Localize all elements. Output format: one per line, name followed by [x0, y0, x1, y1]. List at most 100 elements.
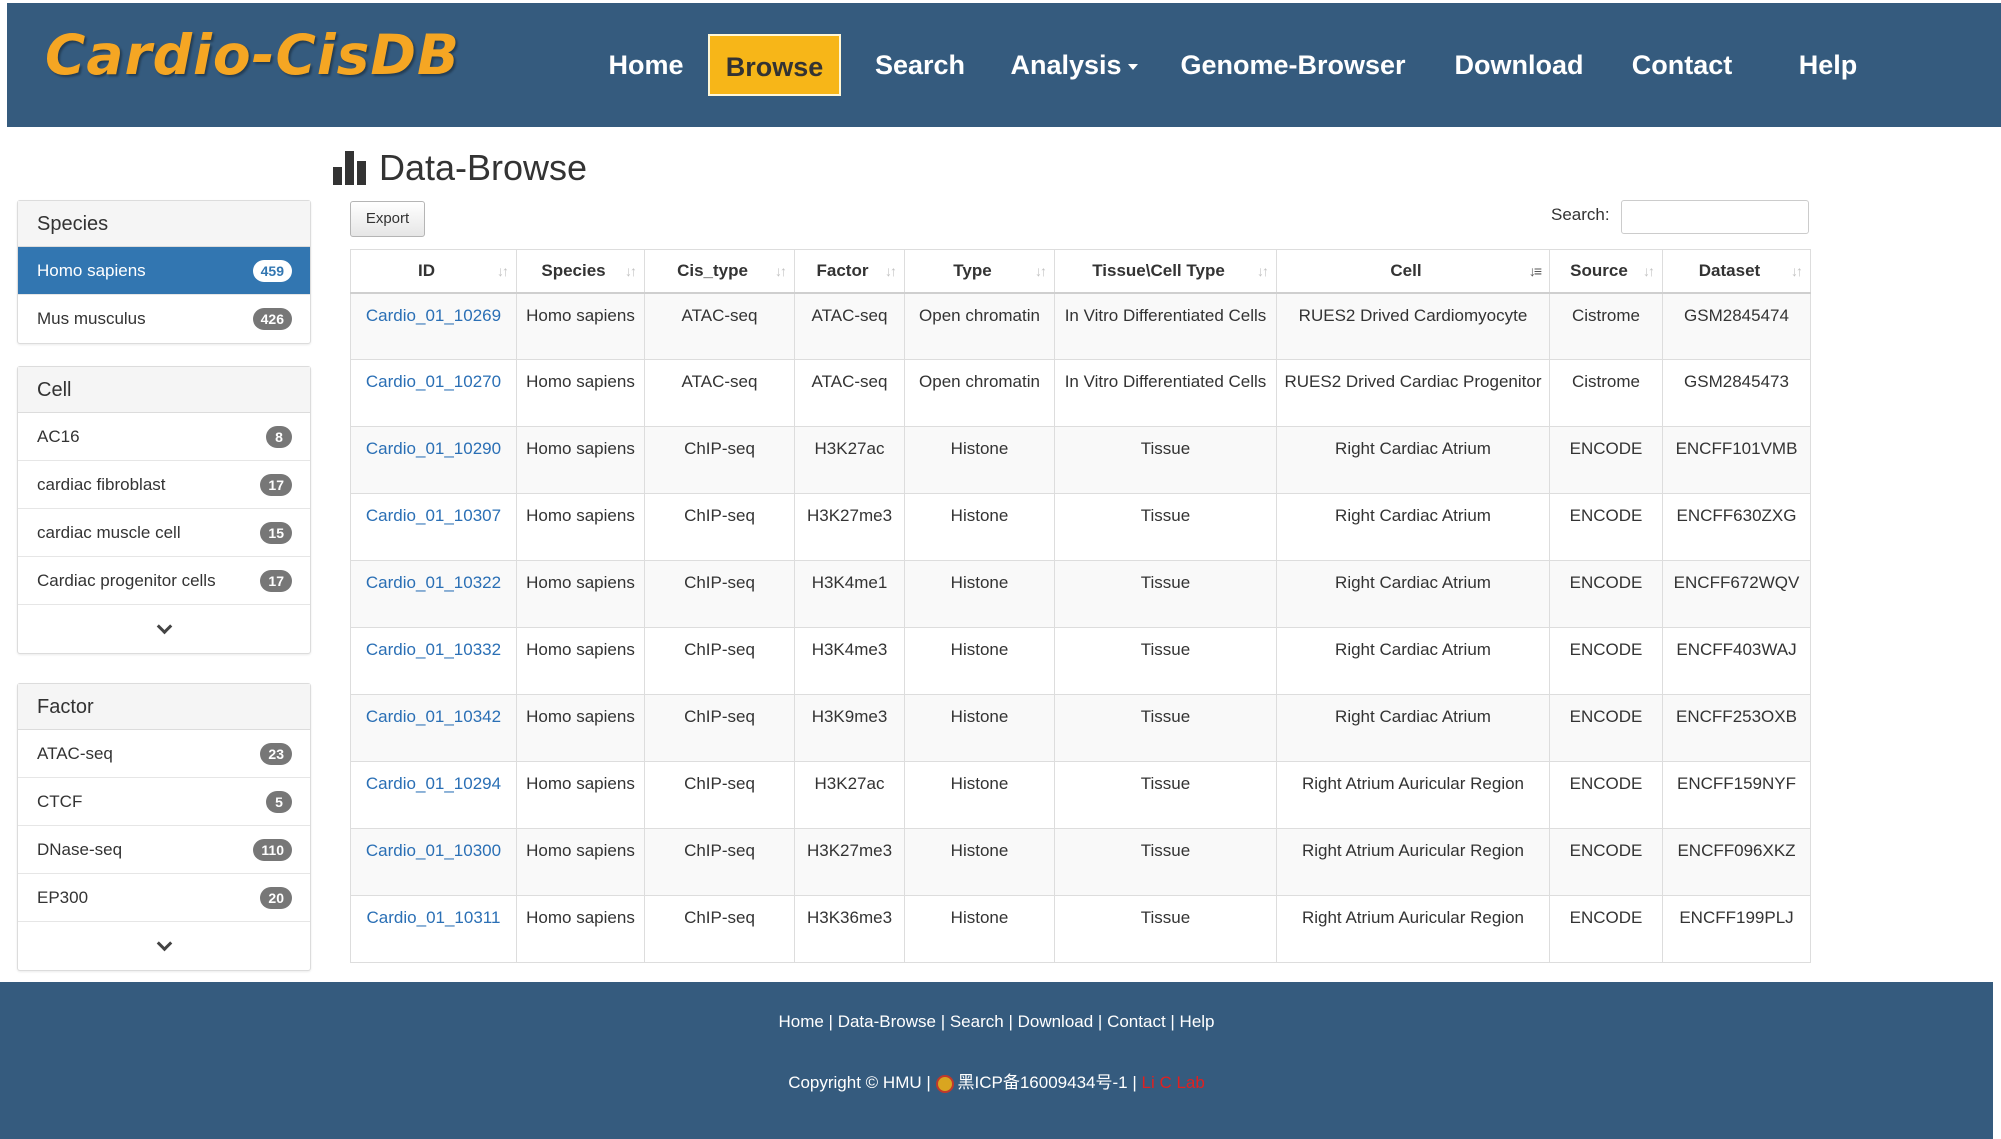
cell-dataset: ENCFF101VMB [1662, 426, 1811, 494]
lab-link[interactable]: Li C Lab [1141, 1073, 1204, 1092]
cell-dataset: ENCFF672WQV [1662, 560, 1811, 628]
cell-id[interactable]: Cardio_01_10307 [350, 493, 517, 561]
species-panel: Species Homo sapiens 459 Mus musculus 42… [17, 200, 311, 344]
cell-tissue-cell-type: Tissue [1054, 895, 1277, 963]
factor-panel: Factor ATAC-seq 23 CTCF 5 DNase-seq 110 … [17, 683, 311, 971]
count-badge: 8 [266, 426, 292, 448]
cell-panel-title: Cell [18, 367, 310, 413]
cell-source: ENCODE [1549, 694, 1663, 762]
sort-desc-icon: ↓≡ [1528, 263, 1542, 279]
footer-link-help[interactable]: Help [1180, 1012, 1215, 1031]
footer-link-download[interactable]: Download [1018, 1012, 1094, 1031]
column-header-cell[interactable]: Cell ↓≡ [1276, 249, 1550, 294]
sort-icon: ↓↑ [1035, 263, 1047, 279]
cell-factor: H3K27me3 [794, 828, 905, 896]
factor-more-button[interactable] [18, 922, 310, 970]
cell-dataset: ENCFF199PLJ [1662, 895, 1811, 963]
cell-cell: Right Atrium Auricular Region [1276, 828, 1550, 896]
column-header-type[interactable]: Type ↓↑ [904, 249, 1055, 294]
factor-item[interactable]: EP300 20 [18, 874, 310, 922]
cell-item[interactable]: cardiac fibroblast 17 [18, 461, 310, 509]
cell-cell: Right Cardiac Atrium [1276, 627, 1550, 695]
nav-analysis[interactable]: Analysis [1002, 34, 1146, 96]
export-button[interactable]: Export [350, 201, 425, 237]
cell-tissue-cell-type: Tissue [1054, 426, 1277, 494]
column-header-label: Factor [816, 260, 869, 280]
cell-factor: H3K4me1 [794, 560, 905, 628]
nav-download[interactable]: Download [1444, 34, 1594, 96]
cell-item[interactable]: AC16 8 [18, 413, 310, 461]
cell-cell: Right Atrium Auricular Region [1276, 895, 1550, 963]
cell-id[interactable]: Cardio_01_10300 [350, 828, 517, 896]
nav-browse[interactable]: Browse [708, 34, 841, 96]
column-header-source[interactable]: Source ↓↑ [1549, 249, 1663, 294]
cell-tissue-cell-type: Tissue [1054, 761, 1277, 829]
cell-species: Homo sapiens [516, 359, 645, 427]
cell-id[interactable]: Cardio_01_10290 [350, 426, 517, 494]
cell-dataset: ENCFF630ZXG [1662, 493, 1811, 561]
count-badge: 15 [260, 522, 292, 544]
table-row: Cardio_01_10307 Homo sapiens ChIP-seq H3K27… [350, 493, 1811, 561]
cell-id[interactable]: Cardio_01_10322 [350, 560, 517, 628]
search-input[interactable] [1621, 200, 1809, 234]
cell-cell: Right Cardiac Atrium [1276, 560, 1550, 628]
cell-source: ENCODE [1549, 493, 1663, 561]
nav-search[interactable]: Search [860, 34, 980, 96]
sort-icon: ↓↑ [625, 263, 637, 279]
cell-dataset: ENCFF253OXB [1662, 694, 1811, 762]
factor-item[interactable]: DNase-seq 110 [18, 826, 310, 874]
nav-genome-browser[interactable]: Genome-Browser [1178, 34, 1408, 96]
cell-more-button[interactable] [18, 605, 310, 653]
cell-id[interactable]: Cardio_01_10332 [350, 627, 517, 695]
icp-link[interactable]: 黑ICP备16009434号-1 | [958, 1073, 1137, 1092]
cell-tissue-cell-type: Tissue [1054, 828, 1277, 896]
nav-help[interactable]: Help [1778, 34, 1878, 96]
footer-link-contact[interactable]: Contact [1107, 1012, 1166, 1031]
cell-id[interactable]: Cardio_01_10294 [350, 761, 517, 829]
cell-factor: H3K9me3 [794, 694, 905, 762]
nav-contact[interactable]: Contact [1619, 34, 1745, 96]
cell-source: Cistrome [1549, 359, 1663, 427]
factor-item[interactable]: ATAC-seq 23 [18, 730, 310, 778]
species-item[interactable]: Mus musculus 426 [18, 295, 310, 343]
table-row: Cardio_01_10294 Homo sapiens ChIP-seq H3K27… [350, 761, 1811, 829]
cell-dataset: GSM2845473 [1662, 359, 1811, 427]
cell-cell: RUES2 Drived Cardiac Progenitor [1276, 359, 1550, 427]
cell-id[interactable]: Cardio_01_10270 [350, 359, 517, 427]
cell-id[interactable]: Cardio_01_10311 [350, 895, 517, 963]
sort-icon: ↓↑ [775, 263, 787, 279]
cell-dataset: GSM2845474 [1662, 292, 1811, 360]
column-header-species[interactable]: Species ↓↑ [516, 249, 645, 294]
brand-logo[interactable]: Cardio-CisDB [45, 23, 460, 87]
column-header-tissue-cell-type[interactable]: Tissue\Cell Type ↓↑ [1054, 249, 1277, 294]
cell-cell: Right Cardiac Atrium [1276, 493, 1550, 561]
column-header-factor[interactable]: Factor ↓↑ [794, 249, 905, 294]
nav-home[interactable]: Home [586, 34, 706, 96]
data-table: ID ↓↑ Species ↓↑ Cis_type ↓↑ Factor ↓↑ Type ↓… [350, 249, 1811, 963]
column-header-id[interactable]: ID ↓↑ [350, 249, 517, 294]
caret-down-icon [1127, 63, 1138, 70]
cell-item[interactable]: cardiac muscle cell 15 [18, 509, 310, 557]
cell-type: Histone [904, 828, 1055, 896]
cell-source: Cistrome [1549, 292, 1663, 360]
cell-item-label: cardiac fibroblast [37, 475, 166, 494]
species-item[interactable]: Homo sapiens 459 [18, 247, 310, 295]
species-item-label: Homo sapiens [37, 261, 146, 280]
footer-link-home[interactable]: Home [778, 1012, 823, 1031]
cell-item[interactable]: Cardiac progenitor cells 17 [18, 557, 310, 605]
column-header-dataset[interactable]: Dataset ↓↑ [1662, 249, 1811, 294]
table-row: Cardio_01_10342 Homo sapiens ChIP-seq H3K9m… [350, 694, 1811, 762]
footer-link-search[interactable]: Search [950, 1012, 1004, 1031]
cell-cis-type: ChIP-seq [644, 828, 795, 896]
cell-source: ENCODE [1549, 761, 1663, 829]
column-header-cis-type[interactable]: Cis_type ↓↑ [644, 249, 795, 294]
column-header-label: Tissue\Cell Type [1092, 260, 1225, 280]
footer-link-data-browse[interactable]: Data-Browse [838, 1012, 936, 1031]
cell-species: Homo sapiens [516, 426, 645, 494]
cell-id[interactable]: Cardio_01_10269 [350, 292, 517, 360]
factor-item[interactable]: CTCF 5 [18, 778, 310, 826]
cell-id[interactable]: Cardio_01_10342 [350, 694, 517, 762]
cell-species: Homo sapiens [516, 761, 645, 829]
cell-type: Histone [904, 761, 1055, 829]
column-header-label: Source [1570, 260, 1628, 280]
